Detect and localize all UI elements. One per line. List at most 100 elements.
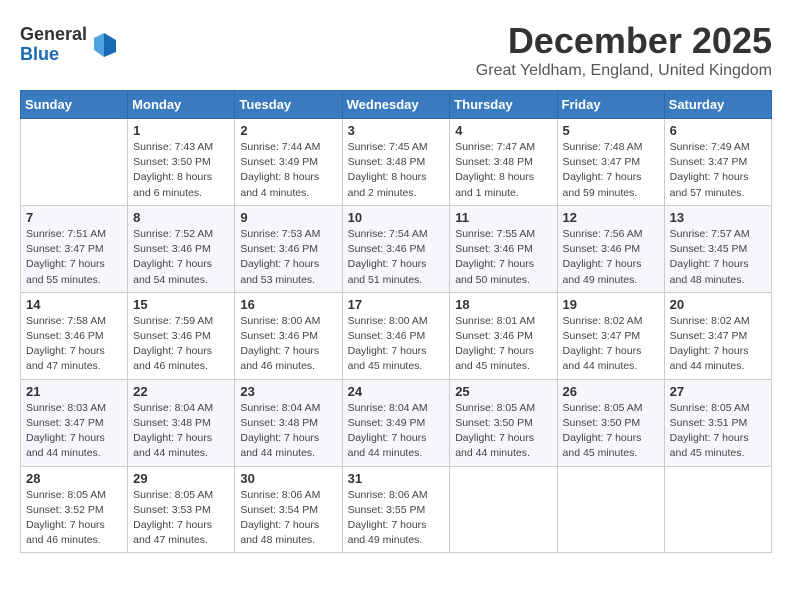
location-subtitle: Great Yeldham, England, United Kingdom bbox=[476, 62, 772, 80]
day-header-friday: Friday bbox=[557, 91, 664, 119]
day-number: 7 bbox=[26, 210, 122, 225]
day-info: Sunrise: 8:05 AM Sunset: 3:50 PM Dayligh… bbox=[455, 401, 551, 462]
day-number: 29 bbox=[133, 471, 229, 486]
calendar-week-row: 7 Sunrise: 7:51 AM Sunset: 3:47 PM Daylig… bbox=[21, 205, 772, 292]
day-info: Sunrise: 7:56 AM Sunset: 3:46 PM Dayligh… bbox=[563, 227, 659, 288]
calendar-cell: 10Sunrise: 7:54 AM Sunset: 3:46 PM Dayli… bbox=[342, 205, 450, 292]
day-number: 10 bbox=[348, 210, 445, 225]
calendar-cell: 17Sunrise: 8:00 AM Sunset: 3:46 PM Dayli… bbox=[342, 292, 450, 379]
day-info: Sunrise: 8:01 AM Sunset: 3:46 PM Dayligh… bbox=[455, 314, 551, 375]
day-info: Sunrise: 8:06 AM Sunset: 3:55 PM Dayligh… bbox=[348, 488, 445, 549]
day-info: Sunrise: 8:05 AM Sunset: 3:52 PM Dayligh… bbox=[26, 488, 122, 549]
day-number: 19 bbox=[563, 297, 659, 312]
day-number: 5 bbox=[563, 123, 659, 138]
day-number: 30 bbox=[240, 471, 336, 486]
day-number: 16 bbox=[240, 297, 336, 312]
logo-general-text: General bbox=[20, 24, 87, 44]
calendar-cell: 12 Sunrise: 7:56 AM Sunset: 3:46 PM Dayli… bbox=[557, 205, 664, 292]
calendar-cell: 22 Sunrise: 8:04 AM Sunset: 3:48 PM Dayli… bbox=[128, 379, 235, 466]
calendar-cell: 31 Sunrise: 8:06 AM Sunset: 3:55 PM Dayli… bbox=[342, 466, 450, 553]
calendar-cell: 20 Sunrise: 8:02 AM Sunset: 3:47 PM Dayli… bbox=[664, 292, 771, 379]
calendar-cell: 25 Sunrise: 8:05 AM Sunset: 3:50 PM Dayli… bbox=[450, 379, 557, 466]
calendar-cell: 28Sunrise: 8:05 AM Sunset: 3:52 PM Dayli… bbox=[21, 466, 128, 553]
day-info: Sunrise: 8:06 AM Sunset: 3:54 PM Dayligh… bbox=[240, 488, 336, 549]
day-number: 11 bbox=[455, 210, 551, 225]
day-info: Sunrise: 7:48 AM Sunset: 3:47 PM Dayligh… bbox=[563, 140, 659, 201]
day-header-thursday: Thursday bbox=[450, 91, 557, 119]
month-title: December 2025 bbox=[476, 20, 772, 62]
day-number: 14 bbox=[26, 297, 122, 312]
calendar-cell: 30 Sunrise: 8:06 AM Sunset: 3:54 PM Dayli… bbox=[235, 466, 342, 553]
calendar-cell: 14 Sunrise: 7:58 AM Sunset: 3:46 PM Dayli… bbox=[21, 292, 128, 379]
calendar-cell: 6Sunrise: 7:49 AM Sunset: 3:47 PM Daylig… bbox=[664, 119, 771, 206]
day-info: Sunrise: 8:04 AM Sunset: 3:48 PM Dayligh… bbox=[133, 401, 229, 462]
day-number: 8 bbox=[133, 210, 229, 225]
day-number: 9 bbox=[240, 210, 336, 225]
calendar-table: SundayMondayTuesdayWednesdayThursdayFrid… bbox=[20, 90, 772, 553]
calendar-cell: 1Sunrise: 7:43 AM Sunset: 3:50 PM Daylig… bbox=[128, 119, 235, 206]
day-info: Sunrise: 7:51 AM Sunset: 3:47 PM Dayligh… bbox=[26, 227, 122, 288]
logo: General Blue bbox=[20, 25, 119, 65]
day-number: 24 bbox=[348, 384, 445, 399]
day-number: 20 bbox=[670, 297, 766, 312]
calendar-header-row: SundayMondayTuesdayWednesdayThursdayFrid… bbox=[21, 91, 772, 119]
logo-blue-text: Blue bbox=[20, 44, 59, 64]
day-number: 2 bbox=[240, 123, 336, 138]
day-header-sunday: Sunday bbox=[21, 91, 128, 119]
calendar-cell: 13Sunrise: 7:57 AM Sunset: 3:45 PM Dayli… bbox=[664, 205, 771, 292]
calendar-cell: 21 Sunrise: 8:03 AM Sunset: 3:47 PM Dayli… bbox=[21, 379, 128, 466]
calendar-week-row: 21 Sunrise: 8:03 AM Sunset: 3:47 PM Dayli… bbox=[21, 379, 772, 466]
day-header-wednesday: Wednesday bbox=[342, 91, 450, 119]
calendar-cell: 16 Sunrise: 8:00 AM Sunset: 3:46 PM Dayli… bbox=[235, 292, 342, 379]
day-info: Sunrise: 7:52 AM Sunset: 3:46 PM Dayligh… bbox=[133, 227, 229, 288]
calendar-cell: 5 Sunrise: 7:48 AM Sunset: 3:47 PM Daylig… bbox=[557, 119, 664, 206]
day-header-saturday: Saturday bbox=[664, 91, 771, 119]
calendar-week-row: 14 Sunrise: 7:58 AM Sunset: 3:46 PM Dayli… bbox=[21, 292, 772, 379]
day-number: 22 bbox=[133, 384, 229, 399]
calendar-cell: 23Sunrise: 8:04 AM Sunset: 3:48 PM Dayli… bbox=[235, 379, 342, 466]
day-info: Sunrise: 8:03 AM Sunset: 3:47 PM Dayligh… bbox=[26, 401, 122, 462]
day-info: Sunrise: 7:53 AM Sunset: 3:46 PM Dayligh… bbox=[240, 227, 336, 288]
day-number: 12 bbox=[563, 210, 659, 225]
day-info: Sunrise: 7:49 AM Sunset: 3:47 PM Dayligh… bbox=[670, 140, 766, 201]
day-number: 23 bbox=[240, 384, 336, 399]
title-area: December 2025 Great Yeldham, England, Un… bbox=[476, 20, 772, 80]
logo-flag-icon bbox=[89, 30, 119, 60]
day-info: Sunrise: 8:05 AM Sunset: 3:50 PM Dayligh… bbox=[563, 401, 659, 462]
calendar-cell: 11 Sunrise: 7:55 AM Sunset: 3:46 PM Dayli… bbox=[450, 205, 557, 292]
page-header: General Blue December 2025 Great Yeldham… bbox=[20, 20, 772, 80]
day-number: 31 bbox=[348, 471, 445, 486]
calendar-cell: 27Sunrise: 8:05 AM Sunset: 3:51 PM Dayli… bbox=[664, 379, 771, 466]
calendar-cell: 29 Sunrise: 8:05 AM Sunset: 3:53 PM Dayli… bbox=[128, 466, 235, 553]
day-number: 21 bbox=[26, 384, 122, 399]
calendar-cell: 4 Sunrise: 7:47 AM Sunset: 3:48 PM Daylig… bbox=[450, 119, 557, 206]
day-info: Sunrise: 7:47 AM Sunset: 3:48 PM Dayligh… bbox=[455, 140, 551, 201]
day-info: Sunrise: 8:02 AM Sunset: 3:47 PM Dayligh… bbox=[670, 314, 766, 375]
calendar-cell: 8 Sunrise: 7:52 AM Sunset: 3:46 PM Daylig… bbox=[128, 205, 235, 292]
day-info: Sunrise: 8:00 AM Sunset: 3:46 PM Dayligh… bbox=[240, 314, 336, 375]
day-info: Sunrise: 8:05 AM Sunset: 3:53 PM Dayligh… bbox=[133, 488, 229, 549]
day-number: 17 bbox=[348, 297, 445, 312]
calendar-cell: 7 Sunrise: 7:51 AM Sunset: 3:47 PM Daylig… bbox=[21, 205, 128, 292]
day-number: 26 bbox=[563, 384, 659, 399]
day-info: Sunrise: 8:04 AM Sunset: 3:49 PM Dayligh… bbox=[348, 401, 445, 462]
calendar-week-row: 28Sunrise: 8:05 AM Sunset: 3:52 PM Dayli… bbox=[21, 466, 772, 553]
day-number: 3 bbox=[348, 123, 445, 138]
day-number: 1 bbox=[133, 123, 229, 138]
calendar-cell: 26 Sunrise: 8:05 AM Sunset: 3:50 PM Dayli… bbox=[557, 379, 664, 466]
calendar-cell: 19Sunrise: 8:02 AM Sunset: 3:47 PM Dayli… bbox=[557, 292, 664, 379]
day-info: Sunrise: 7:58 AM Sunset: 3:46 PM Dayligh… bbox=[26, 314, 122, 375]
day-header-tuesday: Tuesday bbox=[235, 91, 342, 119]
calendar-cell: 9 Sunrise: 7:53 AM Sunset: 3:46 PM Daylig… bbox=[235, 205, 342, 292]
calendar-cell: 3Sunrise: 7:45 AM Sunset: 3:48 PM Daylig… bbox=[342, 119, 450, 206]
day-number: 27 bbox=[670, 384, 766, 399]
day-number: 4 bbox=[455, 123, 551, 138]
calendar-week-row: 1Sunrise: 7:43 AM Sunset: 3:50 PM Daylig… bbox=[21, 119, 772, 206]
day-info: Sunrise: 7:59 AM Sunset: 3:46 PM Dayligh… bbox=[133, 314, 229, 375]
day-number: 25 bbox=[455, 384, 551, 399]
calendar-cell bbox=[664, 466, 771, 553]
calendar-cell bbox=[450, 466, 557, 553]
day-info: Sunrise: 7:57 AM Sunset: 3:45 PM Dayligh… bbox=[670, 227, 766, 288]
day-info: Sunrise: 7:55 AM Sunset: 3:46 PM Dayligh… bbox=[455, 227, 551, 288]
calendar-cell: 2Sunrise: 7:44 AM Sunset: 3:49 PM Daylig… bbox=[235, 119, 342, 206]
